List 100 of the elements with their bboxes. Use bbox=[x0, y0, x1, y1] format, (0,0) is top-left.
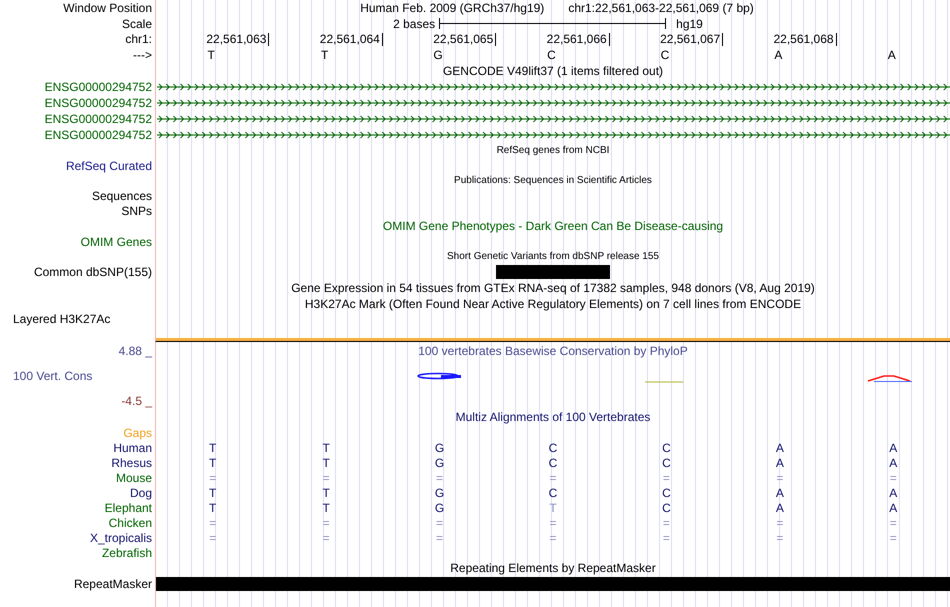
alignment-base: C bbox=[548, 456, 558, 468]
track-label[interactable]: Human bbox=[113, 442, 152, 454]
track-label[interactable]: OMIM Genes bbox=[80, 236, 152, 248]
alignment-base: A bbox=[889, 442, 898, 454]
alignment-base: T bbox=[549, 502, 557, 514]
alignment-base: A bbox=[889, 502, 898, 514]
alignment-base: C bbox=[662, 502, 671, 514]
alignment-base: = bbox=[322, 516, 330, 528]
track-label[interactable]: Sequences bbox=[92, 190, 152, 202]
alignment-base: = bbox=[776, 516, 784, 528]
sequence-base: A bbox=[774, 49, 784, 61]
track-label[interactable]: Elephant bbox=[104, 502, 152, 514]
alignment-base: = bbox=[662, 532, 670, 544]
sequence-base: T bbox=[208, 49, 216, 61]
track-label[interactable]: ENSG00000294752 bbox=[44, 81, 152, 93]
alignment-base: = bbox=[890, 532, 897, 544]
ruler-position: 22,561,064 bbox=[320, 33, 380, 45]
alignment-base: C bbox=[548, 486, 558, 498]
track-label[interactable]: 4.88 _ bbox=[118, 344, 152, 356]
alignment-base: = bbox=[662, 472, 670, 484]
position-text: chr1:22,561,063-22,561,069 (7 bp) bbox=[568, 2, 754, 14]
track-title: 100 vertebrates Basewise Conservation by PhyloP bbox=[418, 344, 688, 356]
ruler-position: 22,561,067 bbox=[660, 33, 720, 45]
alignment-base: T bbox=[322, 486, 330, 498]
alignment-base: = bbox=[776, 532, 784, 544]
alignment-base: A bbox=[776, 502, 784, 514]
alignment-base: T bbox=[209, 442, 216, 454]
assembly-text: Human Feb. 2009 (GRCh37/hg19) bbox=[360, 2, 544, 14]
alignment-base: G bbox=[434, 486, 444, 498]
alignment-base: = bbox=[209, 472, 216, 484]
track-label[interactable]: SNPs bbox=[121, 204, 152, 216]
alignment-base: = bbox=[322, 472, 330, 484]
track-label[interactable]: ENSG00000294752 bbox=[44, 113, 152, 125]
alignment-base: = bbox=[549, 472, 556, 484]
ruler-tick bbox=[382, 32, 383, 46]
alignment-base: = bbox=[549, 532, 556, 544]
alignment-base: A bbox=[776, 456, 784, 468]
alignment-base: A bbox=[776, 486, 784, 498]
ruler-tick bbox=[608, 32, 610, 46]
alignment-base: T bbox=[209, 502, 216, 514]
ruler-tick bbox=[836, 32, 837, 46]
sequence-base: G bbox=[433, 49, 444, 61]
track-title: Publications: Sequences in Scientific Articles bbox=[454, 176, 652, 186]
track-title: OMIM Gene Phenotypes - Dark Green Can Be Disease-causing bbox=[382, 220, 724, 232]
ruler-tick bbox=[268, 32, 270, 46]
alignment-base: = bbox=[209, 516, 216, 528]
header-label: ---> bbox=[133, 49, 152, 61]
alignment-base: = bbox=[890, 516, 897, 528]
alignment-base: = bbox=[890, 472, 897, 484]
header-label: Window Position bbox=[63, 2, 152, 14]
alignment-base: T bbox=[209, 486, 216, 498]
track-label[interactable]: Chicken bbox=[108, 516, 152, 528]
header-label: Scale bbox=[122, 18, 152, 30]
track-label[interactable]: -4.5 _ bbox=[121, 394, 152, 406]
ruler-position: 22,561,065 bbox=[433, 33, 494, 45]
alignment-base: G bbox=[434, 442, 444, 454]
track-title: Gene Expression in 54 tissues from GTEx RNA-seq of 17382 samples, 948 donors (V8, Aug 2019) bbox=[291, 282, 815, 294]
track-label[interactable]: RefSeq Curated bbox=[66, 160, 152, 172]
sequence-base: T bbox=[320, 49, 330, 61]
track-title: Repeating Elements by RepeatMasker bbox=[450, 562, 656, 574]
header-label: chr1: bbox=[125, 33, 152, 45]
alignment-base: C bbox=[662, 456, 671, 468]
ruler-position: 22,561,066 bbox=[546, 33, 607, 45]
alignment-base: = bbox=[662, 516, 670, 528]
track-label[interactable]: ENSG00000294752 bbox=[44, 97, 152, 109]
alignment-base: A bbox=[889, 456, 898, 468]
ruler-position: 22,561,068 bbox=[774, 33, 834, 45]
track-label[interactable]: X_tropicalis bbox=[90, 532, 152, 544]
alignment-base: = bbox=[209, 532, 216, 544]
sequence-base: C bbox=[547, 49, 557, 61]
alignment-base: = bbox=[436, 532, 444, 544]
track-title: RefSeq genes from NCBI bbox=[496, 146, 610, 156]
alignment-base: T bbox=[322, 442, 330, 454]
track-title: Short Genetic Variants from dbSNP release 155 bbox=[447, 252, 659, 262]
alignment-base: A bbox=[889, 486, 898, 498]
track-label[interactable]: Rhesus bbox=[111, 456, 152, 468]
track-title: GENCODE V49lift37 (1 items filtered out) bbox=[442, 65, 664, 77]
track-label[interactable]: Dog bbox=[130, 486, 152, 498]
track-label[interactable]: Zebrafish bbox=[102, 546, 152, 558]
track-title: H3K27Ac Mark (Often Found Near Active Regulatory Elements) on 7 cell lines from ENCODE bbox=[304, 298, 802, 310]
track-label[interactable]: Layered H3K27Ac bbox=[13, 313, 110, 325]
ruler-tick bbox=[722, 32, 724, 46]
ruler-position: 22,561,063 bbox=[206, 33, 266, 45]
alignment-base: C bbox=[548, 442, 558, 454]
alignment-base: = bbox=[322, 532, 330, 544]
alignment-base: = bbox=[436, 516, 444, 528]
scale-text: 2 bases bbox=[393, 18, 436, 30]
track-label[interactable]: ENSG00000294752 bbox=[44, 129, 152, 141]
track-title: Multiz Alignments of 100 Vertebrates bbox=[456, 411, 650, 423]
track-label[interactable]: 100 Vert. Cons bbox=[13, 370, 92, 382]
sequence-base: C bbox=[660, 49, 670, 61]
track-label[interactable]: RepeatMasker bbox=[74, 578, 152, 590]
track-label[interactable]: Common dbSNP(155) bbox=[34, 266, 152, 278]
alignment-base: G bbox=[434, 456, 444, 468]
ruler-tick bbox=[495, 32, 496, 46]
alignment-base: G bbox=[434, 502, 444, 514]
track-label[interactable]: Mouse bbox=[116, 472, 152, 484]
alignment-base: T bbox=[322, 502, 330, 514]
sequence-base: A bbox=[888, 49, 897, 61]
scale-db-text: hg19 bbox=[676, 18, 703, 30]
